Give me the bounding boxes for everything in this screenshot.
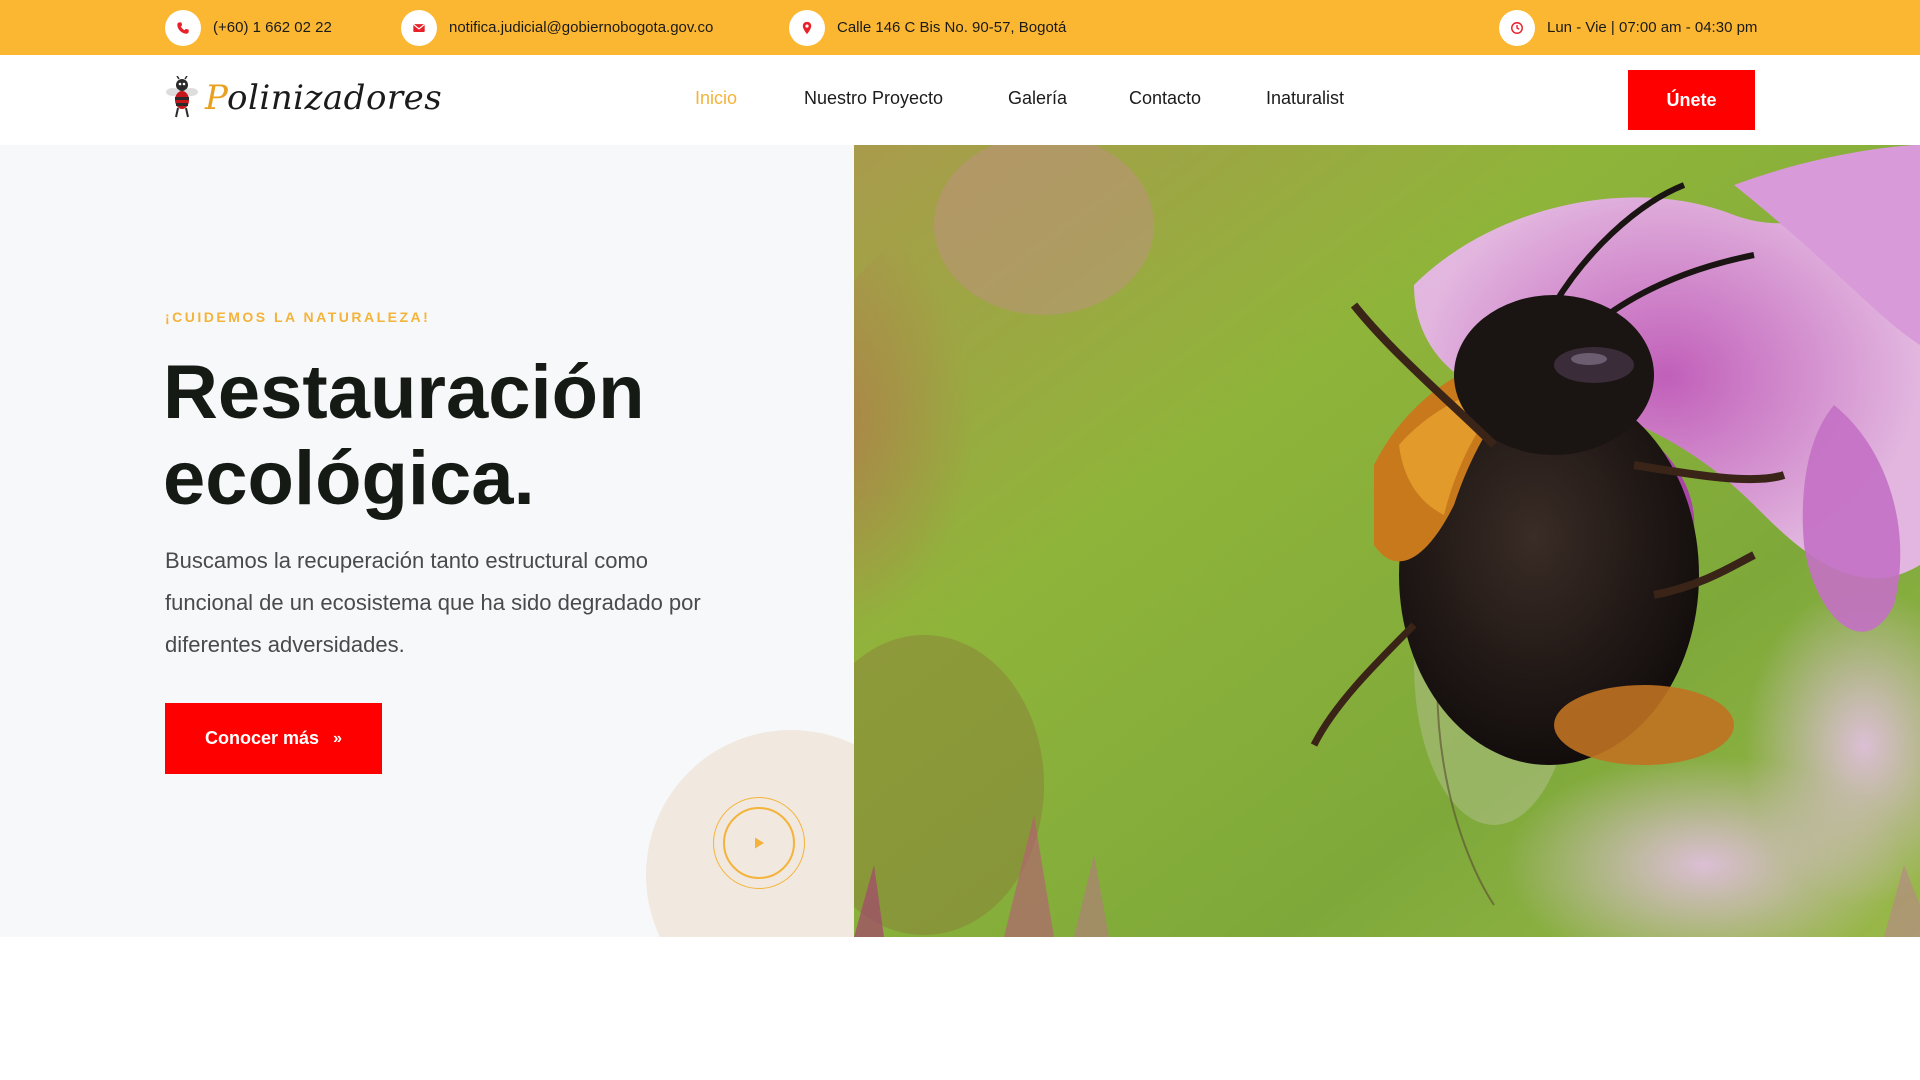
hero-eyebrow: ¡CUIDEMOS LA NATURALEZA! [165, 309, 431, 325]
main-header: Polinizadores Inicio Nuestro Proyecto Ga… [0, 55, 1920, 145]
play-icon [755, 837, 764, 849]
mail-icon [401, 9, 437, 46]
nav-item-contacto[interactable]: Contacto [1129, 88, 1201, 109]
hero-description: Buscamos la recuperación tanto estructur… [165, 548, 701, 657]
nav-item-inaturalist[interactable]: Inaturalist [1266, 88, 1344, 109]
nav-item-nuestro-proyecto[interactable]: Nuestro Proyecto [804, 88, 943, 109]
learn-more-button[interactable]: Conocer más » [165, 703, 382, 774]
phone-icon [165, 9, 201, 46]
hero-bee-image [854, 145, 1920, 937]
topbar-address[interactable]: Calle 146 C Bis No. 90-57, Bogotá [789, 0, 1066, 55]
opening-hours: Lun - Vie | 07:00 am - 04:30 pm [1547, 19, 1758, 36]
clock-icon [1499, 9, 1535, 46]
headline-line-2: ecológica. [163, 436, 535, 521]
top-info-bar: (+60) 1 662 02 22 notifica.judicial@gobi… [0, 0, 1920, 55]
nav-item-inicio[interactable]: Inicio [695, 88, 737, 109]
play-button-inner-ring [723, 807, 795, 879]
topbar-hours: Lun - Vie | 07:00 am - 04:30 pm [1499, 0, 1757, 55]
join-button[interactable]: Únete [1628, 70, 1755, 130]
street-address: Calle 146 C Bis No. 90-57, Bogotá [837, 19, 1067, 36]
double-chevron-right-icon: » [333, 729, 342, 747]
logo-initial: P [205, 78, 227, 118]
hero-section: ¡CUIDEMOS LA NATURALEZA! Restauración ec… [0, 145, 1920, 937]
learn-more-label: Conocer más [205, 728, 320, 748]
phone-number: (+60) 1 662 02 22 [213, 19, 332, 36]
topbar-phone[interactable]: (+60) 1 662 02 22 [165, 0, 332, 55]
email-address: notifica.judicial@gobiernobogota.gov.co [449, 19, 714, 36]
nav-item-galeria[interactable]: Galería [1008, 88, 1067, 109]
logo-wordmark: Polinizadores [205, 78, 442, 118]
location-pin-icon [789, 9, 825, 46]
topbar-email[interactable]: notifica.judicial@gobiernobogota.gov.co [401, 0, 713, 55]
logo-rest: olinizadores [227, 78, 443, 118]
bee-mascot-icon [166, 76, 198, 118]
headline-line-1: Restauración [163, 350, 645, 435]
site-logo[interactable]: Polinizadores [165, 73, 442, 123]
hero-headline: Restauración ecológica. [163, 350, 863, 522]
play-video-button[interactable] [713, 797, 805, 889]
